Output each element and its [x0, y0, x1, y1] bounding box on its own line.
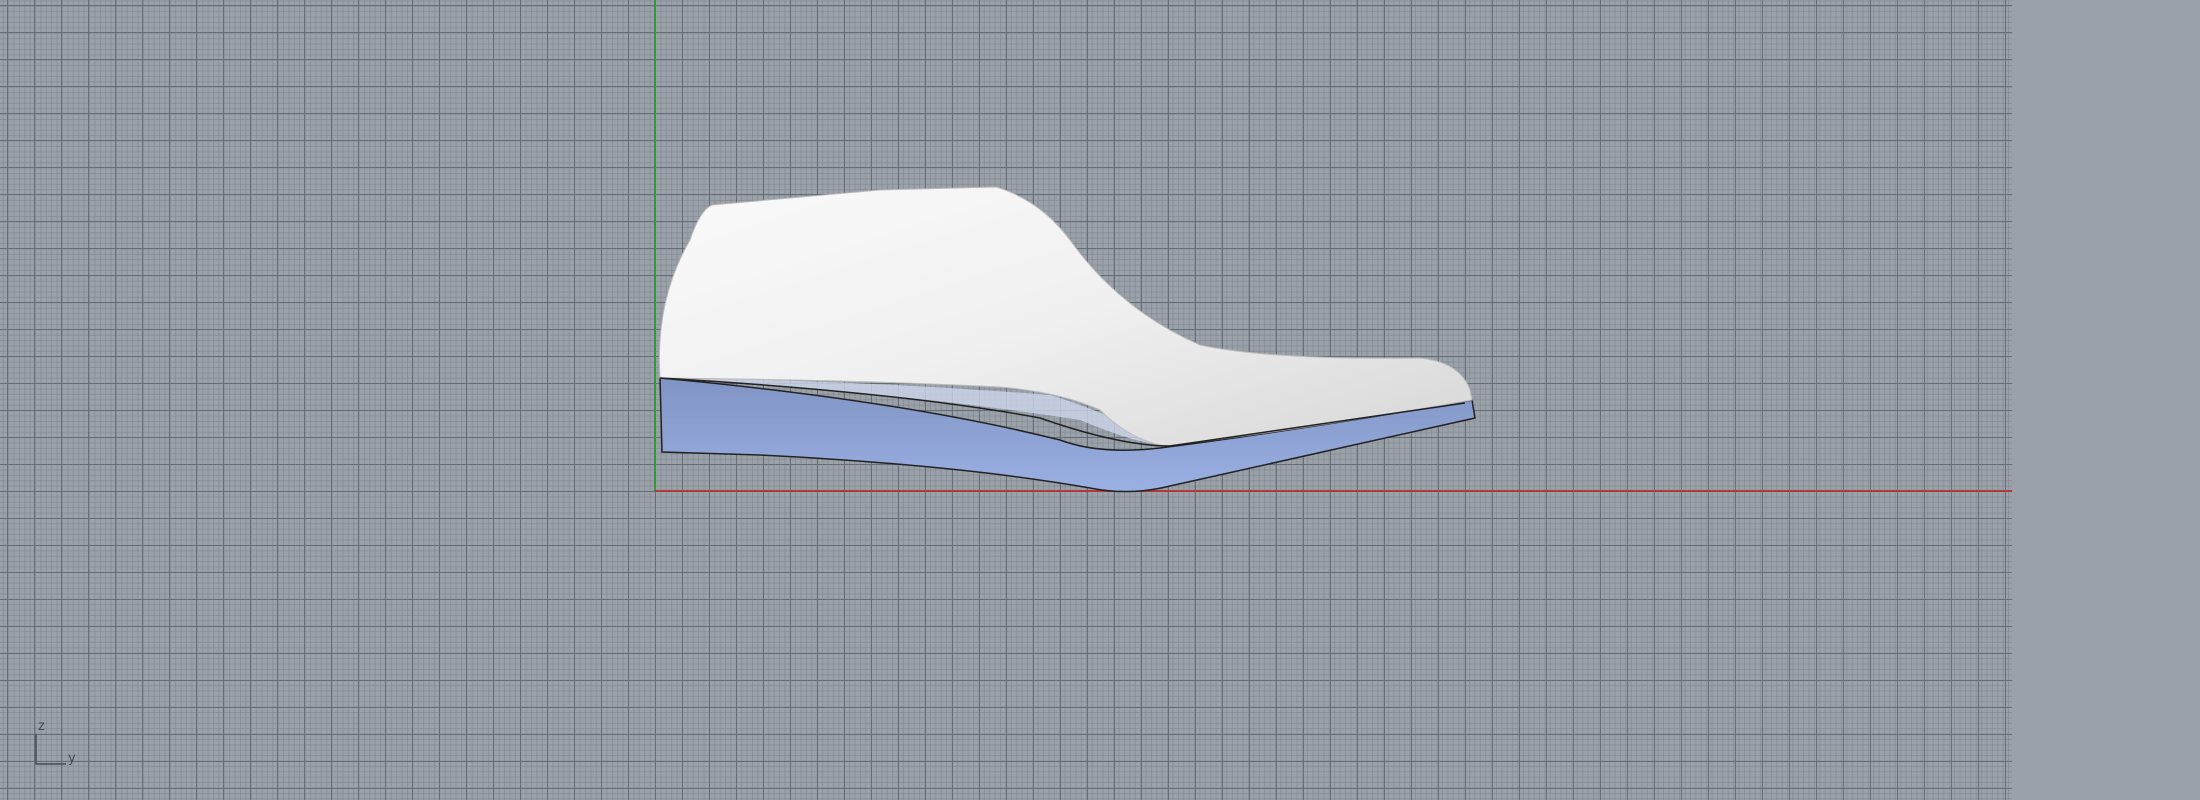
axis-z-label: z [38, 719, 45, 734]
side-panel [2012, 0, 2200, 800]
shoe-last-model[interactable] [658, 186, 1476, 493]
axis-indicator-lines [35, 734, 66, 765]
axis-y-label: y [68, 751, 76, 766]
3d-viewport[interactable]: z y [0, 0, 2012, 800]
scene [654, 0, 2012, 493]
axis-indicator [35, 734, 66, 765]
